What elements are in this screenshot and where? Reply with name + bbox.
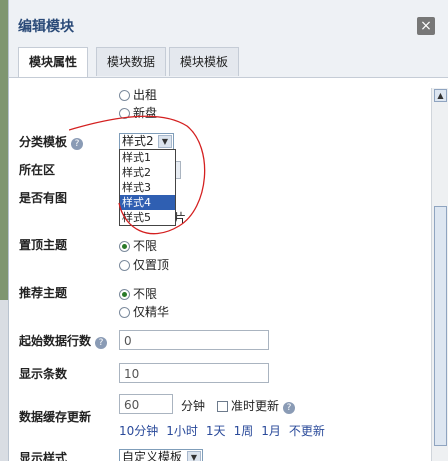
has-image-label: 是否有图 — [19, 191, 68, 205]
category-template-label: 分类模板 — [19, 135, 68, 149]
display-count-row: 显示条数 — [19, 365, 67, 382]
pinned-label: 置顶主题 — [19, 238, 68, 252]
quick-link-10min[interactable]: 10分钟 — [119, 424, 158, 438]
quick-link-1hour[interactable]: 1小时 — [166, 424, 198, 438]
pinned-row: 置顶主题 — [19, 236, 67, 253]
recommended-option-featured[interactable]: 仅精华 — [119, 303, 169, 320]
region-label: 所在区 — [19, 163, 56, 177]
edit-module-dialog: 编辑模块 × 模块属性 模块数据 模块模板 出租 新盘 分类模板? 样式2 ▼ … — [8, 0, 448, 461]
cache-row: 数据缓存更新 — [19, 408, 91, 425]
help-icon[interactable]: ? — [283, 402, 296, 414]
quick-link-no-update[interactable]: 不更新 — [289, 424, 325, 438]
checkbox-icon[interactable] — [217, 401, 228, 412]
display-style-select[interactable]: 自定义模板 ▼ — [119, 449, 203, 461]
help-icon[interactable]: ? — [95, 337, 108, 349]
tab-bar: 模块属性 模块数据 模块模板 — [9, 44, 448, 78]
recommended-row: 推荐主题 — [19, 284, 67, 301]
display-count-input[interactable]: 10 — [119, 363, 269, 383]
properties-panel: 出租 新盘 分类模板? 样式2 ▼ 所在区 是否有图 片 样式1 样式2 样式3… — [9, 78, 431, 461]
background-strip — [0, 300, 8, 461]
radio-icon[interactable] — [119, 260, 130, 271]
dialog-title: 编辑模块 — [18, 19, 74, 35]
display-style-value: 自定义模板 — [122, 450, 183, 461]
recommended-label: 推荐主题 — [19, 286, 68, 300]
chevron-down-icon[interactable]: ▼ — [187, 451, 201, 461]
radio-icon[interactable] — [119, 90, 130, 101]
start-row-row: 起始数据行数? — [19, 332, 108, 349]
tab-module-properties[interactable]: 模块属性 — [18, 47, 89, 77]
background-strip — [0, 0, 8, 300]
status-option-rent[interactable]: 出租 — [119, 86, 157, 103]
red-annotation-circle — [69, 115, 206, 235]
has-image-row: 是否有图 — [19, 189, 67, 206]
tab-module-template[interactable]: 模块模板 — [169, 47, 240, 76]
cache-label: 数据缓存更新 — [19, 410, 92, 424]
radio-icon[interactable] — [119, 289, 130, 300]
radio-icon[interactable] — [119, 307, 130, 318]
realtime-update-checkbox[interactable]: 准时更新? — [217, 397, 296, 414]
vertical-scrollbar[interactable]: ▲ — [431, 88, 448, 461]
display-style-label: 显示样式 — [19, 451, 68, 461]
close-icon[interactable]: × — [417, 17, 435, 35]
cache-unit: 分钟 — [181, 399, 206, 413]
tab-module-data[interactable]: 模块数据 — [96, 47, 167, 76]
start-row-label: 起始数据行数 — [19, 334, 92, 348]
cache-quick-links: 10分钟 1小时 1天 1周 1月 不更新 — [119, 422, 333, 439]
recommended-option-any[interactable]: 不限 — [119, 285, 157, 302]
scroll-thumb[interactable] — [434, 206, 447, 446]
start-row-input[interactable]: 0 — [119, 330, 269, 350]
pinned-option-only[interactable]: 仅置顶 — [119, 256, 169, 273]
quick-link-1week[interactable]: 1周 — [234, 424, 254, 438]
region-row: 所在区 — [19, 161, 55, 178]
display-style-row: 显示样式 — [19, 449, 67, 461]
scroll-up-icon[interactable]: ▲ — [434, 89, 447, 102]
dialog-titlebar: 编辑模块 × — [9, 0, 448, 44]
cache-minutes-input[interactable]: 60 — [119, 394, 173, 414]
quick-link-1month[interactable]: 1月 — [261, 424, 281, 438]
display-count-label: 显示条数 — [19, 367, 68, 381]
quick-link-1day[interactable]: 1天 — [206, 424, 226, 438]
